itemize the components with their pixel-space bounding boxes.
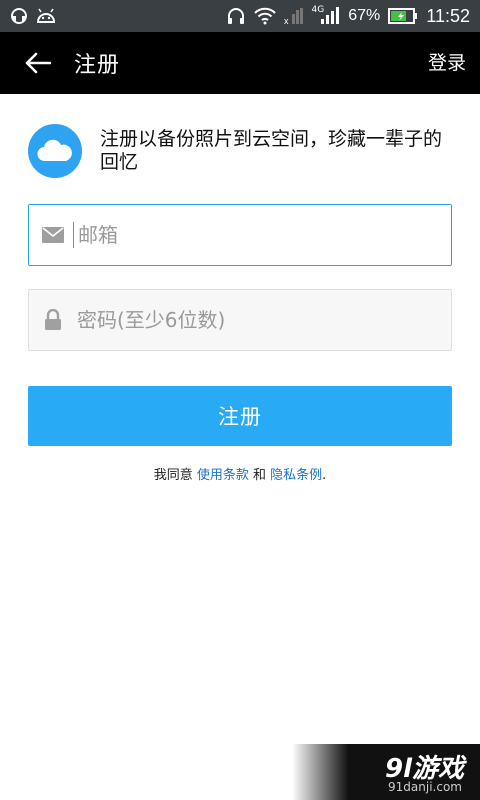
wifi-icon bbox=[253, 6, 276, 26]
battery-percent: 67% bbox=[348, 7, 381, 24]
app-bar: 注册 登录 bbox=[0, 32, 480, 94]
status-right: x 4G 67% 11:52 bbox=[226, 5, 470, 27]
register-button[interactable]: 注册 bbox=[28, 386, 452, 446]
privacy-link[interactable]: 隐私条例 bbox=[270, 468, 322, 483]
lock-icon bbox=[41, 308, 65, 332]
intro-section: 注册以备份照片到云空间，珍藏一辈子的回忆 bbox=[28, 124, 458, 178]
watermark: 9l游戏 91danji.com bbox=[292, 744, 480, 800]
terms-link[interactable]: 使用条款 bbox=[197, 468, 249, 483]
login-button[interactable]: 登录 bbox=[428, 48, 466, 75]
android-icon bbox=[36, 6, 56, 26]
back-arrow-icon bbox=[25, 52, 51, 74]
agreement-and: 和 bbox=[248, 468, 271, 483]
agreement-text: 我同意 使用条款 和 隐私条例. bbox=[0, 464, 480, 483]
email-input[interactable] bbox=[76, 222, 440, 248]
no-sim-icon: x bbox=[284, 6, 304, 26]
network-type: 4G bbox=[311, 5, 325, 15]
svg-text:x: x bbox=[284, 16, 289, 25]
mail-icon bbox=[41, 223, 65, 247]
clock: 11:52 bbox=[426, 5, 470, 26]
back-button[interactable] bbox=[14, 39, 62, 87]
status-bar: x 4G 67% 11:52 bbox=[0, 0, 480, 32]
agreement-prefix: 我同意 bbox=[153, 468, 197, 483]
intro-text: 注册以备份照片到云空间，珍藏一辈子的回忆 bbox=[100, 128, 443, 173]
battery-icon bbox=[388, 6, 418, 26]
headphones-icon bbox=[226, 6, 246, 26]
agreement-suffix: . bbox=[322, 468, 327, 483]
status-left bbox=[10, 6, 56, 26]
headset-icon bbox=[10, 6, 28, 26]
signal-icon: 4G bbox=[311, 5, 341, 26]
watermark-url: 91danji.com bbox=[388, 780, 462, 794]
password-field[interactable] bbox=[28, 289, 452, 351]
cloud-icon bbox=[37, 139, 72, 162]
page-title: 注册 bbox=[74, 53, 121, 78]
email-field[interactable] bbox=[28, 204, 452, 266]
password-input[interactable] bbox=[75, 307, 439, 333]
cloud-logo bbox=[28, 124, 82, 178]
text-caret bbox=[73, 222, 74, 248]
